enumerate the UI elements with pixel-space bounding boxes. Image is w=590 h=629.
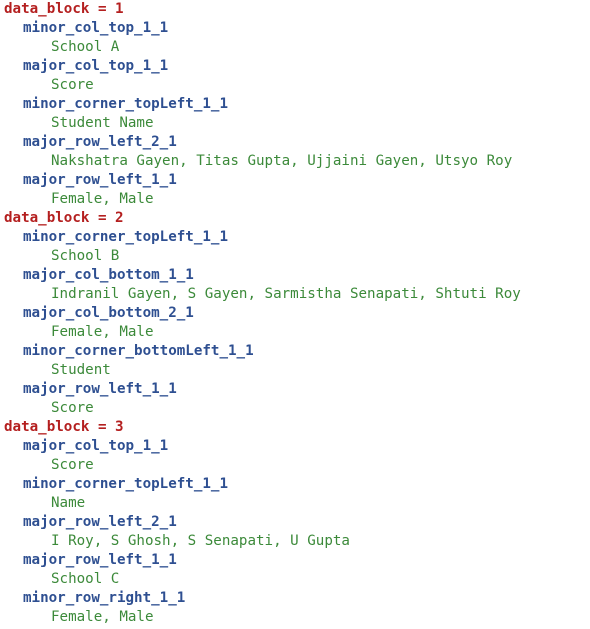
entry-key: major_row_left_1_1 <box>23 172 177 188</box>
entry-value: Indranil Gayen, S Gayen, Sarmistha Senap… <box>51 286 521 302</box>
entry-key: major_row_left_1_1 <box>23 552 177 568</box>
entry-value: Score <box>51 77 94 93</box>
entry-key: minor_corner_topLeft_1_1 <box>23 229 228 245</box>
entry-value: Nakshatra Gayen, Titas Gupta, Ujjaini Ga… <box>51 153 513 169</box>
entry-key: major_col_top_1_1 <box>23 438 169 454</box>
entry-key: major_row_left_2_1 <box>23 514 177 530</box>
entry-value: Name <box>51 495 86 511</box>
entry-key: major_col_bottom_1_1 <box>23 267 194 283</box>
entry-value: Student <box>51 362 111 378</box>
entry-value: School C <box>51 571 120 587</box>
document-body: data_block = 1 minor_col_top_1_1 School … <box>4 0 590 627</box>
entry-key: major_col_bottom_2_1 <box>23 305 194 321</box>
entry-value: Female, Male <box>51 191 154 207</box>
data-block-header: data_block = 1 <box>4 1 124 17</box>
entry-key: major_col_top_1_1 <box>23 58 169 74</box>
entry-key: minor_corner_bottomLeft_1_1 <box>23 343 254 359</box>
entry-value: Female, Male <box>51 324 154 340</box>
data-block-header: data_block = 3 <box>4 419 124 435</box>
entry-value: School B <box>51 248 120 264</box>
entry-key: major_row_left_1_1 <box>23 381 177 397</box>
entry-key: minor_corner_topLeft_1_1 <box>23 476 228 492</box>
entry-key: major_row_left_2_1 <box>23 134 177 150</box>
entry-value: Student Name <box>51 115 154 131</box>
entry-value: School A <box>51 39 120 55</box>
entry-value: I Roy, S Ghosh, S Senapati, U Gupta <box>51 533 350 549</box>
entry-value: Female, Male <box>51 609 154 625</box>
data-block-header: data_block = 2 <box>4 210 124 226</box>
entry-value: Score <box>51 400 94 416</box>
entry-key: minor_col_top_1_1 <box>23 20 169 36</box>
entry-value: Score <box>51 457 94 473</box>
entry-key: minor_row_right_1_1 <box>23 590 186 606</box>
entry-key: minor_corner_topLeft_1_1 <box>23 96 228 112</box>
